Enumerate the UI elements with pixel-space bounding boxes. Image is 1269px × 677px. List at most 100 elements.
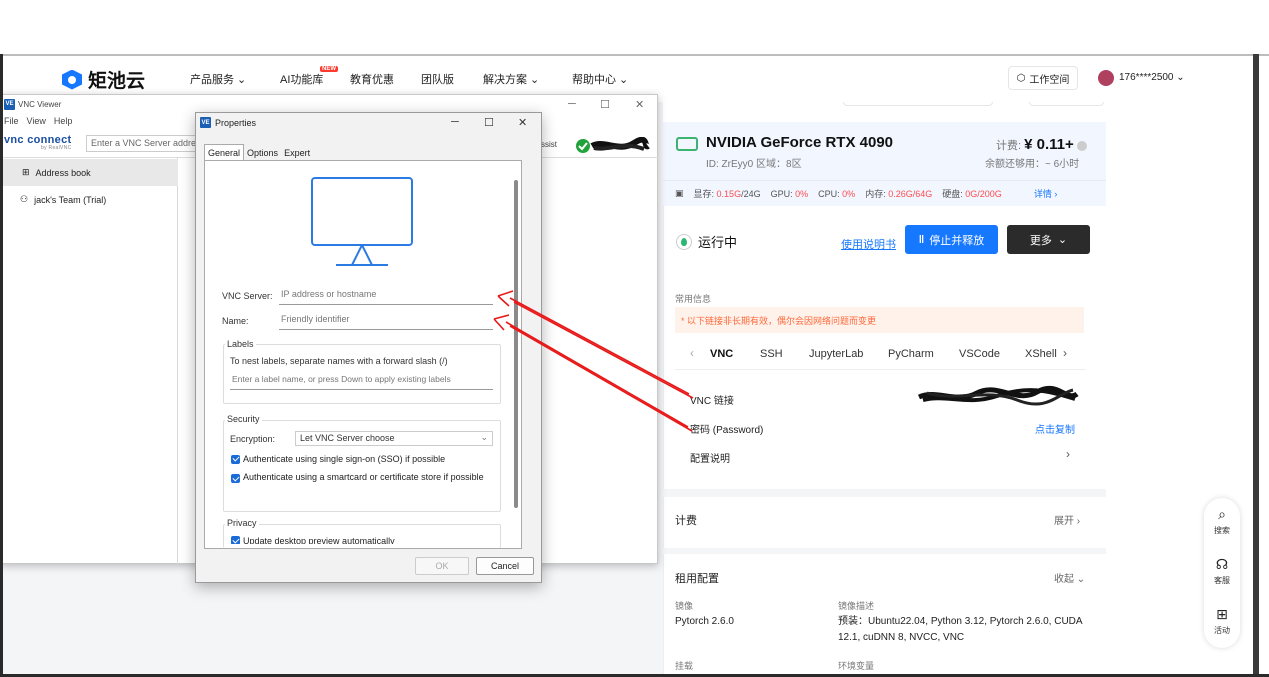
warning-bar: * 以下链接非长期有效，偶尔会因网络问题而变更 <box>675 307 1084 333</box>
image-value: Pytorch 2.6.0 <box>675 616 734 627</box>
nav-help[interactable]: 帮助中心 ⌄ <box>572 71 628 87</box>
common-info-label: 常用信息 <box>675 294 712 304</box>
close-button[interactable]: ✕ <box>635 98 644 111</box>
float-service[interactable]: ☊ 客服 <box>1204 556 1240 586</box>
usage-stats: ▣ 显存: 0.15G/24G GPU: 0% CPU: 0% 内存: 0.26… <box>663 180 1106 206</box>
tab-general[interactable]: General <box>204 144 245 161</box>
gpu-icon <box>676 137 698 151</box>
nav-education[interactable]: 教育优惠 <box>350 71 394 87</box>
sidebar-item-team[interactable]: ⚇ jack's Team (Trial) <box>20 194 106 205</box>
vnc-server-input[interactable]: IP address or hostname <box>279 289 493 305</box>
site-logo[interactable]: 矩池云 <box>62 66 145 93</box>
checkbox-checked-icon <box>231 536 240 544</box>
screenshot-border <box>1253 54 1259 677</box>
more-button[interactable]: 更多 ⌄ <box>1007 225 1090 254</box>
instance-id: ID: ZrEyy0 区域：8区 <box>706 159 802 170</box>
properties-titlebar: VE Properties <box>200 117 257 128</box>
vnc-link-label: VNC 链接 <box>690 396 734 407</box>
dialog-close-button[interactable]: ✕ <box>518 116 527 129</box>
tab-expert[interactable]: Expert <box>281 145 313 161</box>
nav-ai-library[interactable]: AI功能库 <box>280 71 323 87</box>
cancel-button[interactable]: Cancel <box>476 557 534 575</box>
user-menu[interactable]: 176****2500 ⌄ <box>1119 72 1185 83</box>
name-input[interactable]: Friendly identifier <box>279 314 493 330</box>
billing-title: 计费 <box>675 515 697 527</box>
avatar[interactable] <box>1098 70 1114 86</box>
vnc-app-icon: VE <box>200 117 211 128</box>
scrollbar-thumb[interactable] <box>514 180 518 508</box>
security-group-title: Security <box>225 414 262 424</box>
checkbox-checked-icon <box>231 454 240 464</box>
workspace-button[interactable]: ⬡ 工作空间 <box>1008 66 1078 90</box>
checkbox-checked-icon <box>231 474 240 483</box>
nav-team[interactable]: 团队版 <box>421 71 454 87</box>
manual-link[interactable]: 使用说明书 <box>841 236 896 252</box>
tool-button-edge <box>1029 102 1104 106</box>
float-search[interactable]: ⌕ 搜索 <box>1204 506 1240 536</box>
redacted-link <box>917 385 1079 406</box>
monitor-stand-icon <box>336 245 388 266</box>
vnc-address-input[interactable]: Enter a VNC Server address <box>86 135 196 152</box>
labels-group-title: Labels <box>225 339 256 349</box>
team-icon: ⚇ <box>20 194 29 204</box>
privacy-group-title: Privacy <box>225 518 259 528</box>
billing-expand[interactable]: 展开 › <box>1054 512 1080 527</box>
sidebar-item-address-book[interactable]: ⊞ Address book <box>22 167 91 178</box>
assist-text: ssist <box>541 140 557 149</box>
gpu-name: NVIDIA GeForce RTX 4090 <box>706 134 894 151</box>
smartcard-checkbox[interactable]: Authenticate using a smartcard or certif… <box>231 472 493 483</box>
labels-input[interactable]: Enter a label name, or press Down to app… <box>230 374 493 390</box>
nav-solutions[interactable]: 解决方案 ⌄ <box>483 71 539 87</box>
tab-vnc[interactable]: VNC <box>710 348 733 360</box>
encryption-select[interactable]: Let VNC Server choose ⌄ <box>295 431 493 446</box>
gift-icon: ⊞ <box>1216 606 1228 622</box>
dialog-minimize-button[interactable]: ─ <box>451 116 459 128</box>
logo-text: 矩池云 <box>88 71 146 92</box>
chevron-down-icon: ⌄ <box>1057 234 1068 246</box>
nav-products[interactable]: 产品服务 ⌄ <box>190 71 246 87</box>
vnc-menu-bar: File View Help <box>4 116 72 126</box>
image-desc: 预装：Ubuntu22.04, Python 3.12, Pytorch 2.6… <box>838 616 1083 643</box>
info-icon <box>1076 141 1087 152</box>
detail-link[interactable]: 详情 › <box>1034 187 1058 200</box>
copy-password-link[interactable]: 点击复制 <box>1035 421 1075 436</box>
image-label: 镜像 <box>675 601 694 611</box>
rent-config-collapse[interactable]: 收起 ⌄ <box>1054 570 1085 585</box>
tab-vscode[interactable]: VSCode <box>959 348 1000 360</box>
float-activity[interactable]: ⊞ 活动 <box>1204 606 1240 636</box>
maximize-button[interactable]: ☐ <box>600 98 610 111</box>
minimize-button[interactable]: ─ <box>568 98 576 110</box>
chevron-right-icon[interactable]: › <box>1063 346 1067 360</box>
menu-help[interactable]: Help <box>54 116 73 126</box>
monitor-icon: ▣ <box>675 188 684 198</box>
menu-file[interactable]: File <box>4 116 19 126</box>
chevron-right-icon[interactable]: › <box>1066 447 1070 461</box>
section-divider <box>663 489 1106 497</box>
headset-icon: ☊ <box>1215 556 1229 572</box>
cube-icon: ⬡ <box>1016 72 1026 84</box>
config-label[interactable]: 配置说明 <box>690 450 730 465</box>
screenshot-border <box>0 54 1269 56</box>
menu-view[interactable]: View <box>27 116 46 126</box>
privacy-checkbox[interactable]: Update desktop preview automatically <box>231 536 493 544</box>
stop-release-button[interactable]: ‖ 停止并释放 <box>905 225 998 254</box>
tab-jupyterlab[interactable]: JupyterLab <box>809 348 863 360</box>
monitor-icon <box>311 177 413 246</box>
tab-xshell[interactable]: XShell <box>1025 348 1057 360</box>
tab-ssh[interactable]: SSH <box>760 348 783 360</box>
tab-options[interactable]: Options <box>244 145 281 161</box>
pause-icon: ‖ <box>918 233 925 246</box>
grid-icon: ⊞ <box>22 167 30 177</box>
redacted-account <box>576 137 650 153</box>
password-label: 密码 (Password) <box>690 425 764 436</box>
search-icon: ⌕ <box>1218 506 1226 522</box>
sso-checkbox[interactable]: Authenticate using single sign-on (SSO) … <box>231 454 445 464</box>
tab-pycharm[interactable]: PyCharm <box>888 348 934 360</box>
dialog-maximize-button[interactable]: ☐ <box>484 116 494 129</box>
encryption-label: Encryption: <box>230 434 276 444</box>
vnc-server-label: VNC Server: <box>222 291 273 301</box>
ok-button[interactable]: OK <box>415 557 469 575</box>
labels-hint: To nest labels, separate names with a fo… <box>230 356 448 366</box>
tool-button-edge <box>843 102 993 106</box>
chevron-left-icon[interactable]: ‹ <box>690 346 694 360</box>
